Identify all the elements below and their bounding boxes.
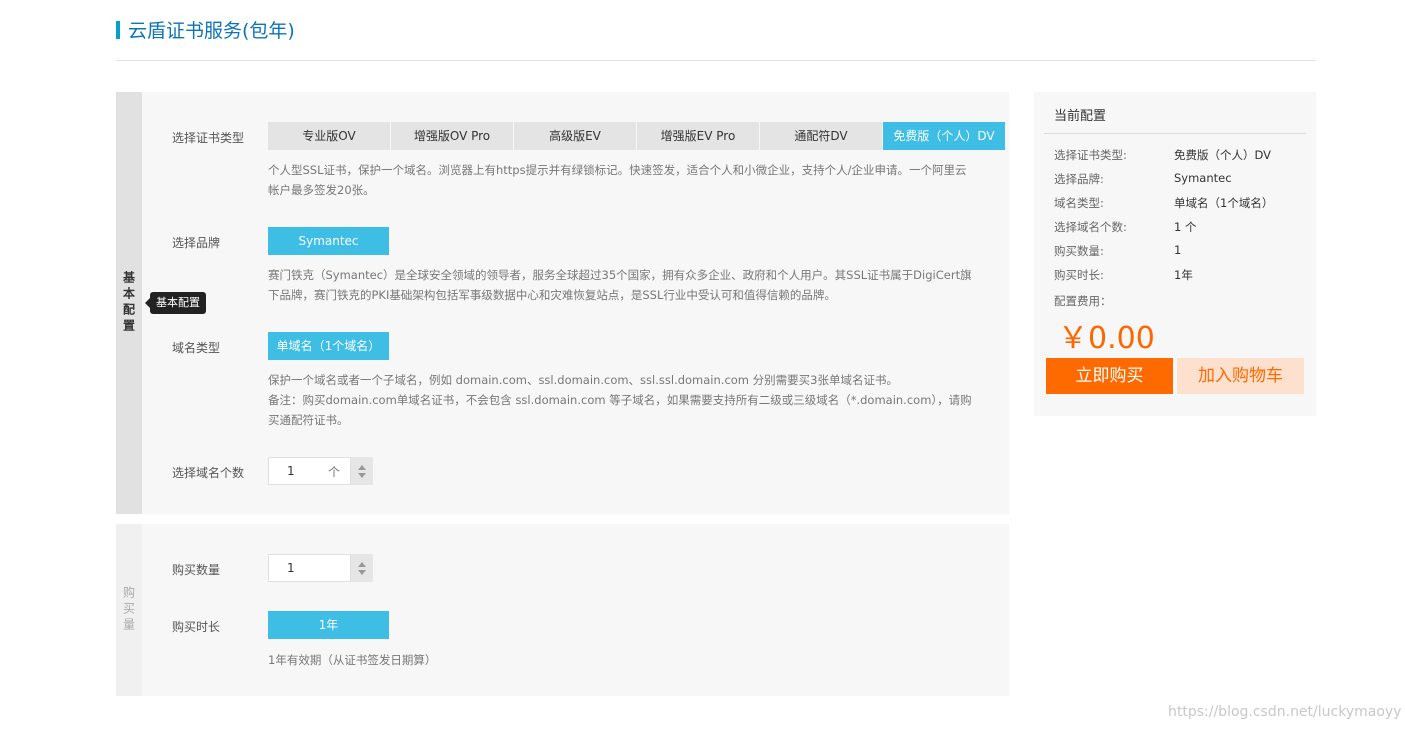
summary-key-cert-type: 选择证书类型: (1054, 148, 1127, 162)
tab-advanced-ev[interactable]: 高级版EV (514, 122, 636, 150)
brand-desc-line: 赛门铁克（Symantec）是全球安全领域的领导者，服务全球超过35个国家，拥有… (268, 268, 972, 282)
fee-label: 配置费用： (1054, 294, 1112, 308)
quantity-label: 购买数量 (172, 563, 221, 577)
domain-count-label: 选择域名个数 (172, 466, 245, 480)
domain-count-stepper: 1 个 (268, 457, 373, 485)
basic-config-side-label: 基本配置 (121, 271, 136, 335)
divider (1044, 133, 1306, 134)
cert-type-tabs: 专业版OV 增强版OV Pro 高级版EV 增强版EV Pro 通配符DV 免费… (268, 122, 1006, 150)
cert-type-description: 个人型SSL证书，保护一个域名。浏览器上有https提示并有绿锁标记。快速签发，… (268, 160, 998, 200)
increment-arrow-icon[interactable] (358, 561, 366, 567)
domain-count-unit: 个 (327, 464, 340, 479)
domain-count-spinner (351, 457, 373, 485)
domain-type-desc-line: 备注：购买domain.com单域名证书，不会包含 ssl.domain.com… (268, 393, 972, 407)
duration-option-1-year[interactable]: 1年 (268, 611, 389, 639)
brand-desc-line: 下品牌，赛门铁克的PKI基础架构包括军事级数据中心和灾难恢复站点，是SSL行业中… (268, 288, 836, 302)
tab-pro-ov[interactable]: 专业版OV (268, 122, 390, 150)
summary-value-brand: Symantec (1174, 171, 1232, 185)
quantity-value: 1 (287, 561, 295, 575)
domain-type-desc-line: 买通配符证书。 (268, 413, 349, 427)
buy-now-button[interactable]: 立即购买 (1046, 358, 1173, 394)
summary-value-domain-count: 1 个 (1174, 220, 1197, 234)
summary-value-quantity: 1 (1174, 243, 1182, 257)
quantity-input[interactable]: 1 (268, 554, 351, 582)
basic-config-tooltip: 基本配置 (145, 292, 206, 314)
current-config-title: 当前配置 (1054, 109, 1107, 124)
domain-type-option-single[interactable]: 单域名（1个域名） (268, 332, 389, 360)
purchase-section: 购买量 (116, 524, 1009, 696)
page-header: 云盾证书服务(包年) (116, 18, 1316, 61)
increment-arrow-icon[interactable] (358, 464, 366, 470)
domain-count-value: 1 (287, 464, 295, 478)
cert-type-desc-line: 帐户最多签发20张。 (268, 183, 375, 197)
domain-type-label: 域名类型 (172, 341, 221, 355)
basic-config-side-tab[interactable]: 基本配置 (116, 92, 142, 514)
tab-enhanced-ev-pro[interactable]: 增强版EV Pro (637, 122, 759, 150)
cert-type-desc-line: 个人型SSL证书，保护一个域名。浏览器上有https提示并有绿锁标记。快速签发，… (268, 163, 967, 177)
add-to-cart-button[interactable]: 加入购物车 (1177, 358, 1304, 394)
current-config-panel: 当前配置 选择证书类型: 免费版（个人）DV 选择品牌: Symantec 域名… (1034, 92, 1316, 416)
brand-option-symantec[interactable]: Symantec (268, 227, 389, 255)
brand-description: 赛门铁克（Symantec）是全球安全领域的领导者，服务全球超过35个国家，拥有… (268, 265, 998, 305)
domain-type-desc-line: 保护一个域名或者一个子域名，例如 domain.com、ssl.domain.c… (268, 373, 898, 387)
tab-enhanced-ov-pro[interactable]: 增强版OV Pro (391, 122, 513, 150)
duration-label: 购买时长 (172, 620, 221, 634)
domain-type-description: 保护一个域名或者一个子域名，例如 domain.com、ssl.domain.c… (268, 370, 998, 430)
domain-count-input[interactable]: 1 个 (268, 457, 351, 485)
page-title: 云盾证书服务(包年) (128, 20, 295, 42)
summary-key-quantity: 购买数量: (1054, 244, 1104, 258)
quantity-stepper: 1 (268, 554, 373, 582)
purchase-side-label: 购买量 (121, 586, 136, 634)
brand-label: 选择品牌 (172, 236, 221, 250)
cert-type-label: 选择证书类型 (172, 131, 245, 145)
price-display: ￥0.00 (1058, 321, 1155, 356)
watermark: https://blog.csdn.net/luckymaoyy (1168, 704, 1402, 720)
decrement-arrow-icon[interactable] (358, 472, 366, 478)
summary-key-duration: 购买时长: (1054, 268, 1104, 282)
summary-key-domain-type: 域名类型: (1054, 196, 1104, 210)
tab-wildcard-dv[interactable]: 通配符DV (760, 122, 882, 150)
purchase-side-tab[interactable]: 购买量 (116, 524, 142, 696)
summary-key-brand: 选择品牌: (1054, 172, 1104, 186)
tab-free-personal-dv[interactable]: 免费版（个人）DV (883, 122, 1005, 150)
decrement-arrow-icon[interactable] (358, 569, 366, 575)
summary-value-domain-type: 单域名（1个域名） (1174, 196, 1274, 210)
summary-value-duration: 1年 (1174, 268, 1193, 282)
summary-value-cert-type: 免费版（个人）DV (1174, 148, 1272, 162)
duration-description: 1年有效期（从证书签发日期算） (268, 653, 437, 667)
title-accent-bar (116, 21, 120, 39)
quantity-spinner (351, 554, 373, 582)
summary-key-domain-count: 选择域名个数: (1054, 220, 1127, 234)
